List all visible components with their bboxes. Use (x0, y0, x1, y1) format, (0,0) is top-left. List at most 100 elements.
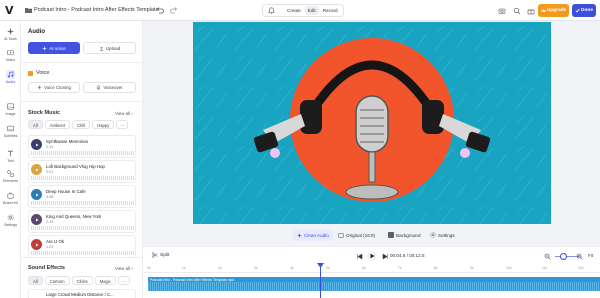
rail-brand-kit[interactable]: Brand Kit (0, 191, 21, 205)
app-logo[interactable]: V (5, 4, 14, 17)
play-icon[interactable] (31, 239, 42, 250)
track-duration: 2:01 (46, 170, 54, 174)
play-icon[interactable] (31, 189, 42, 200)
music-track[interactable]: Lofi Background Vlog Hip Hop 2:01 (28, 160, 136, 183)
rail-label: Subtitles (3, 134, 18, 138)
upgrade-button[interactable]: Upgrade (538, 4, 569, 17)
track-waveform (31, 251, 135, 255)
chip-cartoon[interactable]: Cartoon (44, 276, 70, 285)
music-icon (6, 70, 15, 79)
rail-settings[interactable]: Settings (0, 213, 21, 227)
time-display: 00:04.6 / 00:12.5 (390, 253, 425, 258)
rail-text[interactable]: Text (0, 149, 21, 163)
music-track[interactable]: Synthwave Memories 2:10 (28, 135, 136, 158)
project-name[interactable]: Podcast Intro - Podcast Intro After Effe… (34, 7, 159, 13)
background-swatch-icon (388, 232, 394, 238)
redo-icon[interactable] (170, 6, 178, 14)
view-all-label: View all (115, 266, 131, 271)
split-button[interactable]: Split (152, 252, 169, 258)
rail-video[interactable]: Video (0, 48, 21, 62)
sound-effects-filters: All Cartoon Clicks Magic ⋯ (28, 276, 131, 285)
rail-audio[interactable]: Audio (0, 70, 21, 84)
chip-happy[interactable]: Happy (92, 120, 115, 129)
voiceover-button[interactable]: Voiceover (83, 82, 136, 93)
more-filters-button[interactable]: ⋯ (116, 120, 129, 129)
folder-icon[interactable] (25, 7, 32, 13)
sound-effects-view-all[interactable]: View all › (115, 266, 133, 271)
video-canvas[interactable] (193, 22, 551, 224)
music-track[interactable]: King And Queens, New York 2:15 (28, 210, 136, 233)
settings-button[interactable]: Settings (426, 229, 459, 241)
sound-effect-item[interactable]: Large Crowd Medium Distance / C... (28, 289, 136, 298)
aspect-ratio-icon (338, 232, 344, 238)
play-icon[interactable] (31, 164, 42, 175)
play-icon[interactable] (367, 251, 377, 261)
ai-voice-label: AI voice (49, 45, 66, 51)
rail-ai-tools[interactable]: AI Tools (0, 27, 21, 41)
zoom-out-icon[interactable] (543, 252, 551, 260)
undo-icon[interactable] (156, 6, 164, 14)
camera-icon[interactable] (497, 6, 506, 15)
chip-chill[interactable]: Chill (72, 120, 91, 129)
chip-magic[interactable]: Magic (94, 276, 116, 285)
aspect-ratio-button[interactable]: Original (16:9) (334, 229, 379, 241)
microphone-icon (97, 85, 101, 90)
voice-section-heading: Voice (28, 70, 49, 76)
track-waveform (31, 201, 135, 205)
left-rail: AI Tools Video Audio Image Subtitles Tex… (0, 21, 21, 298)
rail-elements[interactable]: Elements (0, 169, 21, 183)
notification-icon[interactable] (265, 6, 277, 16)
chip-all[interactable]: All (28, 276, 43, 285)
ruler-tick: 11s (542, 266, 548, 270)
voice-cloning-label: Voice Cloning (44, 85, 71, 90)
ruler-tick: 4s (290, 266, 294, 270)
background-label: Background (396, 232, 421, 238)
voiceover-label: Voiceover (103, 85, 123, 90)
mode-edit[interactable]: Edit (304, 6, 319, 15)
clip-label: Podcast Intro - Podcast Intro After Effe… (150, 278, 235, 282)
music-track[interactable]: Are U Ok 1:29 (28, 235, 136, 258)
done-button[interactable]: Done (572, 4, 596, 17)
text-icon (6, 149, 15, 158)
elements-icon (6, 169, 15, 178)
skip-forward-icon[interactable] (381, 252, 389, 260)
play-icon[interactable] (31, 139, 42, 150)
check-icon (575, 8, 580, 13)
rail-label: Brand Kit (3, 201, 18, 205)
chip-all[interactable]: All (28, 120, 43, 129)
voice-badge-icon (28, 70, 33, 76)
rail-image[interactable]: Image (0, 102, 21, 116)
crown-icon (541, 9, 546, 12)
mode-create[interactable]: Create (284, 6, 304, 15)
clean-audio-button[interactable]: Clean Audio (293, 229, 333, 241)
voice-cloning-button[interactable]: Voice Cloning (28, 82, 80, 93)
playhead[interactable] (320, 264, 321, 298)
zoom-slider-handle[interactable] (560, 253, 567, 260)
ai-voice-button[interactable]: AI voice (28, 42, 80, 54)
gift-icon[interactable] (526, 6, 535, 15)
stock-music-view-all[interactable]: View all › (115, 111, 133, 116)
upload-button[interactable]: Upload (83, 42, 136, 54)
chip-ambient[interactable]: Ambient (44, 120, 71, 129)
music-track[interactable]: Deep House In Cafe 4:48 (28, 185, 136, 208)
track-duration: 2:15 (46, 220, 54, 224)
ruler-tick: 3s (254, 266, 258, 270)
rail-label: Elements (3, 179, 18, 183)
chip-clicks[interactable]: Clicks (71, 276, 93, 285)
mode-record[interactable]: Record (320, 6, 341, 15)
rail-label: Settings (4, 223, 17, 227)
image-icon (6, 102, 15, 111)
upgrade-label: Upgrade (546, 8, 567, 13)
ruler-tick: 1s (182, 266, 186, 270)
track-waveform (31, 176, 135, 180)
skip-back-icon[interactable] (355, 252, 363, 260)
track-waveform (31, 151, 135, 155)
zoom-in-icon[interactable] (575, 252, 583, 260)
background-button[interactable]: Background (384, 229, 425, 241)
play-icon[interactable] (31, 214, 42, 225)
more-filters-button[interactable]: ⋯ (117, 276, 131, 285)
rail-subtitles[interactable]: Subtitles (0, 124, 21, 138)
mode-switcher: Create Edit Record (262, 4, 344, 17)
search-icon[interactable] (512, 6, 521, 15)
fit-button[interactable]: Fit (588, 253, 593, 258)
